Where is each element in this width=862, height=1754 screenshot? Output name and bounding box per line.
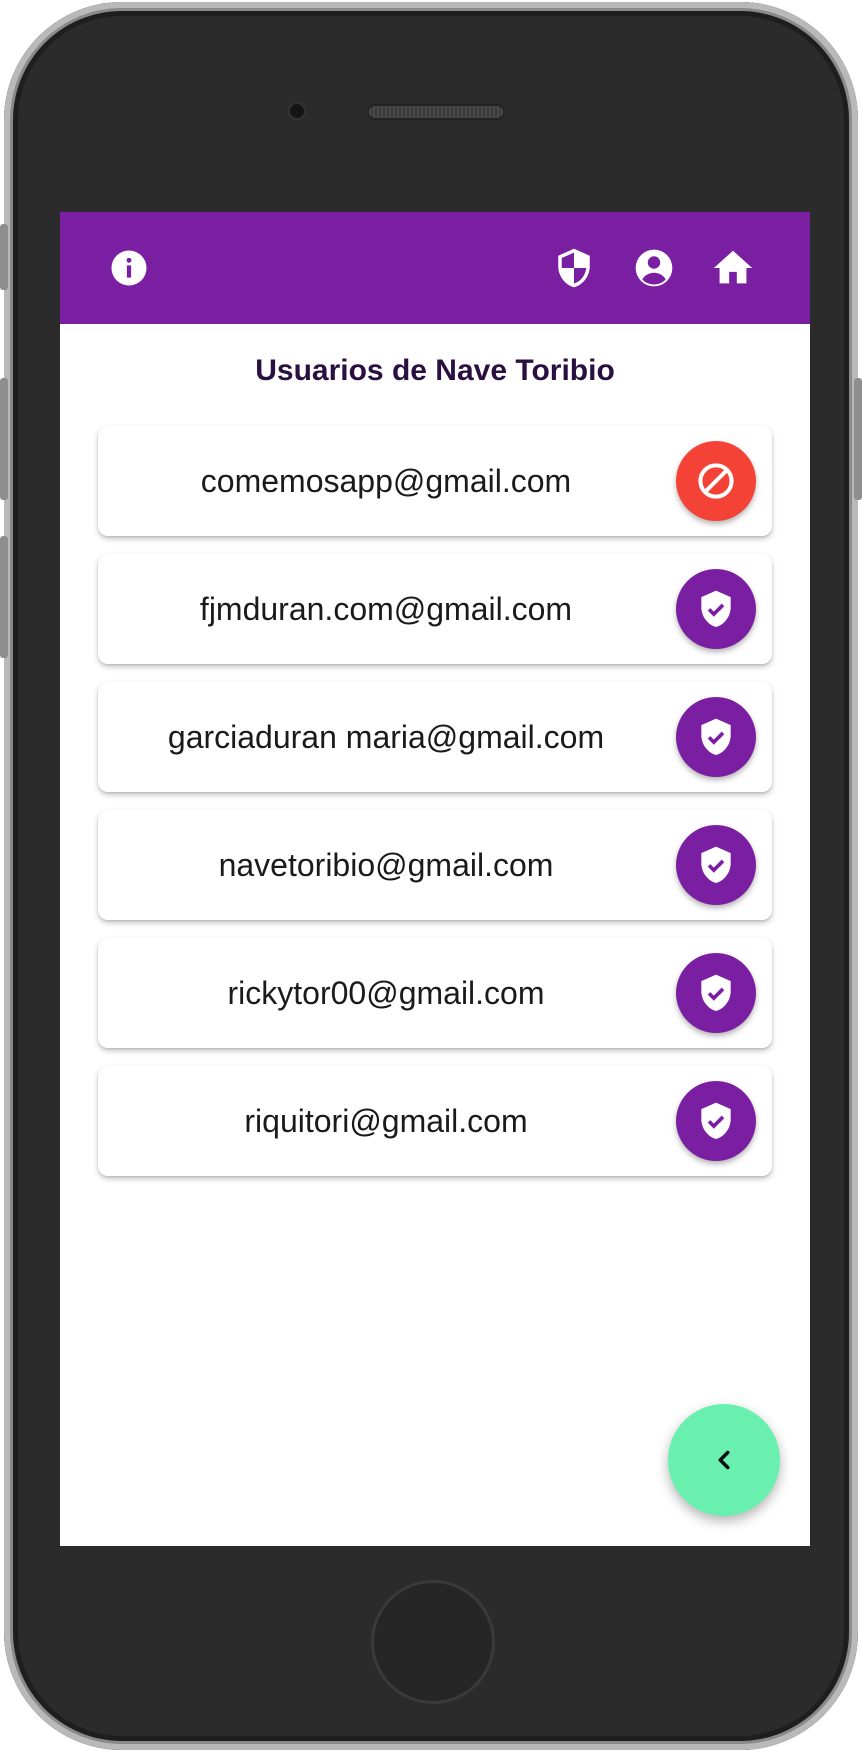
user-card: fjmduran.com@gmail.com [98,554,772,664]
verified-shield-icon [701,590,731,627]
user-email: riquitori@gmail.com [244,1102,528,1139]
shield-icon[interactable] [550,244,598,292]
home-icon[interactable] [709,244,757,292]
block-icon [698,463,734,499]
user-email: garciaduran maria@gmail.com [167,718,605,755]
verified-user-button[interactable] [676,697,756,777]
account-circle-icon[interactable] [630,244,678,292]
verified-user-button[interactable] [676,1081,756,1161]
block-user-button[interactable] [676,441,756,521]
front-camera [290,104,304,118]
info-icon[interactable] [105,244,153,292]
user-email: fjmduran.com@gmail.com [199,590,573,627]
verified-shield-icon [701,718,731,755]
chevron-left-icon [718,1450,730,1470]
app-screen: Usuarios de Nave Toribio comemosapp@gmai… [60,212,810,1546]
verified-user-button[interactable] [676,953,756,1033]
user-list: comemosapp@gmail.com fjmduran.com@gmail.… [98,426,772,1194]
user-email: comemosapp@gmail.com [200,462,572,499]
earpiece-speaker [369,106,503,118]
verified-shield-icon [701,1102,731,1139]
user-card: navetoribio@gmail.com [98,810,772,920]
user-card: comemosapp@gmail.com [98,426,772,536]
user-card: rickytor00@gmail.com [98,938,772,1048]
phone-frame: Usuarios de Nave Toribio comemosapp@gmai… [0,2,862,1750]
back-fab-button[interactable] [668,1404,780,1516]
mute-switch [0,224,8,290]
app-bar [60,212,810,324]
verified-shield-icon [701,974,731,1011]
user-email: navetoribio@gmail.com [218,846,554,883]
volume-down-button [0,536,8,658]
verified-shield-icon [701,846,731,883]
user-card: riquitori@gmail.com [98,1066,772,1176]
page-title: Usuarios de Nave Toribio [255,354,615,387]
verified-user-button[interactable] [676,825,756,905]
home-hardware-button[interactable] [371,1580,495,1704]
power-button [854,378,862,500]
user-email: rickytor00@gmail.com [227,974,545,1011]
user-card: garciaduran maria@gmail.com [98,682,772,792]
verified-user-button[interactable] [676,569,756,649]
volume-up-button [0,378,8,500]
